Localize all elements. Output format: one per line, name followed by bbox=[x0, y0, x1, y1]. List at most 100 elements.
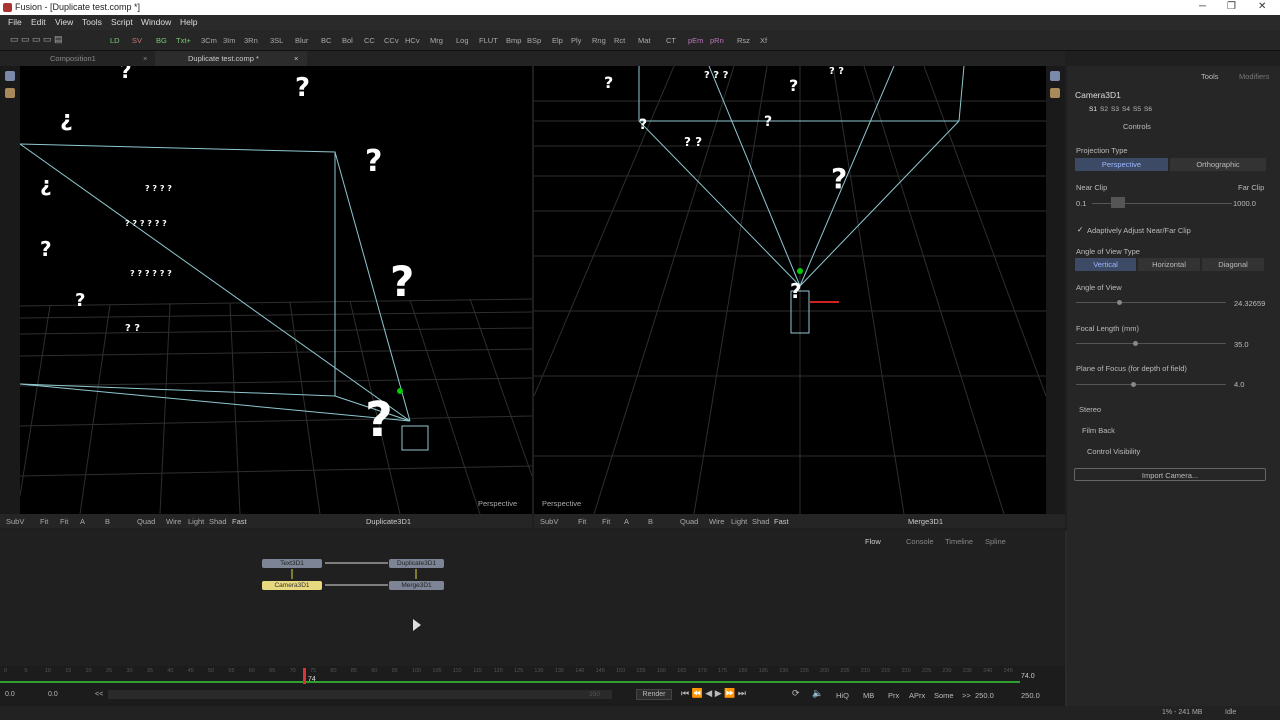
mb-button[interactable]: MB bbox=[863, 691, 874, 700]
focal-length-knob[interactable] bbox=[1133, 341, 1138, 346]
menu-file[interactable]: File bbox=[8, 17, 22, 27]
version-s1[interactable]: S1 bbox=[1089, 106, 1097, 113]
tool-bg[interactable]: BG bbox=[156, 36, 167, 45]
tool-cc[interactable]: CC bbox=[364, 36, 375, 45]
tool-hcv[interactable]: HCv bbox=[405, 36, 420, 45]
channel-b-button[interactable]: B bbox=[648, 517, 653, 526]
section-film-back[interactable]: Film Back bbox=[1082, 426, 1115, 435]
node-name[interactable]: Camera3D1 bbox=[1075, 90, 1121, 100]
tool-3cm[interactable]: 3Cm bbox=[201, 36, 217, 45]
prx-button[interactable]: Prx bbox=[888, 691, 899, 700]
tool-ct[interactable]: CT bbox=[666, 36, 676, 45]
shad-button[interactable]: Shad bbox=[752, 517, 770, 526]
tool-ply[interactable]: Ply bbox=[571, 36, 581, 45]
menu-script[interactable]: Script bbox=[111, 17, 133, 27]
node-merge3d1[interactable]: Merge3D1 bbox=[389, 581, 444, 590]
section-stereo[interactable]: Stereo bbox=[1079, 405, 1101, 414]
scroll-right-button[interactable]: >> bbox=[962, 691, 971, 700]
version-s3[interactable]: S3 bbox=[1111, 106, 1119, 113]
tool-mrg[interactable]: Mrg bbox=[430, 36, 443, 45]
time-scrollbar[interactable]: 250 bbox=[108, 690, 612, 699]
scroll-left-button[interactable]: << bbox=[95, 691, 103, 698]
subv-button[interactable]: SubV bbox=[6, 517, 24, 526]
clip-range-handle[interactable] bbox=[1111, 197, 1125, 208]
fit-button[interactable]: Fit bbox=[60, 517, 68, 526]
fit-dropdown[interactable]: Fit bbox=[40, 517, 48, 526]
menu-tools[interactable]: Tools bbox=[82, 17, 102, 27]
minimize-button[interactable]: ─ bbox=[1199, 1, 1206, 12]
tool-txt[interactable]: Txt+ bbox=[176, 36, 191, 45]
version-s6[interactable]: S6 bbox=[1144, 106, 1152, 113]
tool-bol[interactable]: Bol bbox=[342, 36, 353, 45]
close-icon[interactable]: × bbox=[143, 54, 147, 63]
tool-3sl[interactable]: 3SL bbox=[270, 36, 283, 45]
loop-icon[interactable]: ⟳ bbox=[792, 688, 800, 699]
import-camera-button[interactable]: Import Camera... bbox=[1074, 468, 1266, 481]
angle-of-view-value[interactable]: 24.32659 bbox=[1234, 299, 1265, 308]
wire-button[interactable]: Wire bbox=[166, 517, 181, 526]
tool-log[interactable]: Log bbox=[456, 36, 469, 45]
channel-b-button[interactable]: B bbox=[105, 517, 110, 526]
perspective-button[interactable]: Perspective bbox=[1075, 158, 1168, 171]
section-control-visibility[interactable]: Control Visibility bbox=[1087, 447, 1140, 456]
aprx-button[interactable]: APrx bbox=[909, 691, 925, 700]
tool-pem[interactable]: pEm bbox=[688, 36, 703, 45]
focal-length-slider[interactable] bbox=[1076, 343, 1226, 344]
close-button[interactable]: ✕ bbox=[1258, 1, 1266, 12]
playhead[interactable] bbox=[303, 668, 306, 684]
node-text3d1[interactable]: Text3D1 bbox=[262, 559, 322, 568]
viewer-lut-icon[interactable] bbox=[5, 71, 15, 81]
controls-tab[interactable]: Controls bbox=[1123, 122, 1151, 131]
far-clip-value[interactable]: 1000.0 bbox=[1233, 199, 1256, 208]
tool-3im[interactable]: 3Im bbox=[223, 36, 236, 45]
light-button[interactable]: Light bbox=[188, 517, 204, 526]
diagonal-button[interactable]: Diagonal bbox=[1202, 258, 1264, 271]
render-end[interactable]: 250.0 bbox=[975, 691, 994, 700]
menu-view[interactable]: View bbox=[55, 17, 73, 27]
fit-dropdown[interactable]: Fit bbox=[578, 517, 586, 526]
quad-button[interactable]: Quad bbox=[680, 517, 698, 526]
audio-icon[interactable]: 🔈 bbox=[812, 688, 823, 699]
horizontal-button[interactable]: Horizontal bbox=[1138, 258, 1200, 271]
time-ruler[interactable]: 0 5 10 15 20 25 30 35 40 45 50 55 60 65 70 75 80 85 90 95 10… bbox=[0, 666, 1065, 706]
tool-3rn[interactable]: 3Rn bbox=[244, 36, 258, 45]
transport-controls[interactable]: ⏮ ⏪ ◀ ▶ ⏩ ⏭ bbox=[681, 688, 746, 699]
plane-of-focus-slider[interactable] bbox=[1076, 384, 1226, 385]
tool-mat[interactable]: Mat bbox=[638, 36, 651, 45]
version-s2[interactable]: S2 bbox=[1100, 106, 1108, 113]
viewer-left[interactable]: ?? ¿? ¿???? ? ? ? ?? ? ? ? ? ?? ? ? ? ? ??… bbox=[20, 66, 532, 514]
adaptive-checkbox[interactable]: ✓ bbox=[1077, 225, 1083, 234]
menu-window[interactable]: Window bbox=[141, 17, 171, 27]
plane-of-focus-knob[interactable] bbox=[1131, 382, 1136, 387]
wire-button[interactable]: Wire bbox=[709, 517, 724, 526]
fast-button[interactable]: Fast bbox=[774, 517, 789, 526]
node-camera3d1[interactable]: Camera3D1 bbox=[262, 581, 322, 590]
fit-button[interactable]: Fit bbox=[602, 517, 610, 526]
subv-button[interactable]: SubV bbox=[540, 517, 558, 526]
viewer-right[interactable]: ? ? ? ?? ? ??? ? ??? Perspective bbox=[534, 66, 1046, 514]
tool-blur[interactable]: Blur bbox=[295, 36, 308, 45]
version-s5[interactable]: S5 bbox=[1133, 106, 1141, 113]
tool-rct[interactable]: Rct bbox=[614, 36, 625, 45]
vertical-button[interactable]: Vertical bbox=[1075, 258, 1136, 271]
channel-a-button[interactable]: A bbox=[80, 517, 85, 526]
close-icon[interactable]: × bbox=[294, 54, 298, 63]
tab-modifiers[interactable]: Modifiers bbox=[1239, 72, 1269, 81]
node-duplicate3d1[interactable]: Duplicate3D1 bbox=[389, 559, 444, 568]
fast-button[interactable]: Fast bbox=[232, 517, 247, 526]
tab-composition1[interactable]: Composition1 × bbox=[0, 51, 155, 66]
viewer-lut-icon[interactable] bbox=[1050, 71, 1060, 81]
near-clip-value[interactable]: 0.1 bbox=[1076, 199, 1086, 208]
tool-ccv[interactable]: CCv bbox=[384, 36, 399, 45]
hiq-button[interactable]: HiQ bbox=[836, 691, 849, 700]
tool-bc[interactable]: BC bbox=[321, 36, 331, 45]
tool-rsz[interactable]: Rsz bbox=[737, 36, 750, 45]
tool-prn[interactable]: pRn bbox=[710, 36, 724, 45]
orthographic-button[interactable]: Orthographic bbox=[1170, 158, 1266, 171]
render-button[interactable]: Render bbox=[636, 689, 672, 700]
quad-button[interactable]: Quad bbox=[137, 517, 155, 526]
tab-duplicate-test[interactable]: Duplicate test.comp * × bbox=[155, 51, 307, 66]
tool-flut[interactable]: FLUT bbox=[479, 36, 498, 45]
plane-of-focus-value[interactable]: 4.0 bbox=[1234, 380, 1244, 389]
end-frame-value[interactable]: 74.0 bbox=[1021, 673, 1035, 680]
